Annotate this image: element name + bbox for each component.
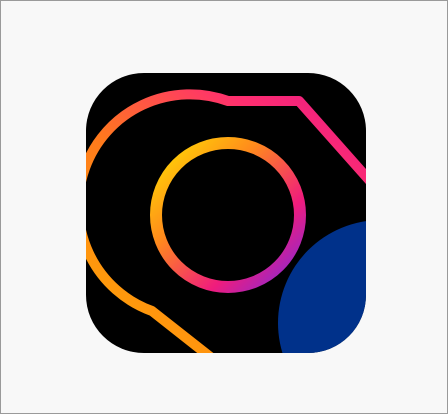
icon-preview-frame	[0, 0, 448, 414]
app-icon[interactable]	[86, 73, 366, 353]
app-icon-artwork	[86, 73, 366, 353]
